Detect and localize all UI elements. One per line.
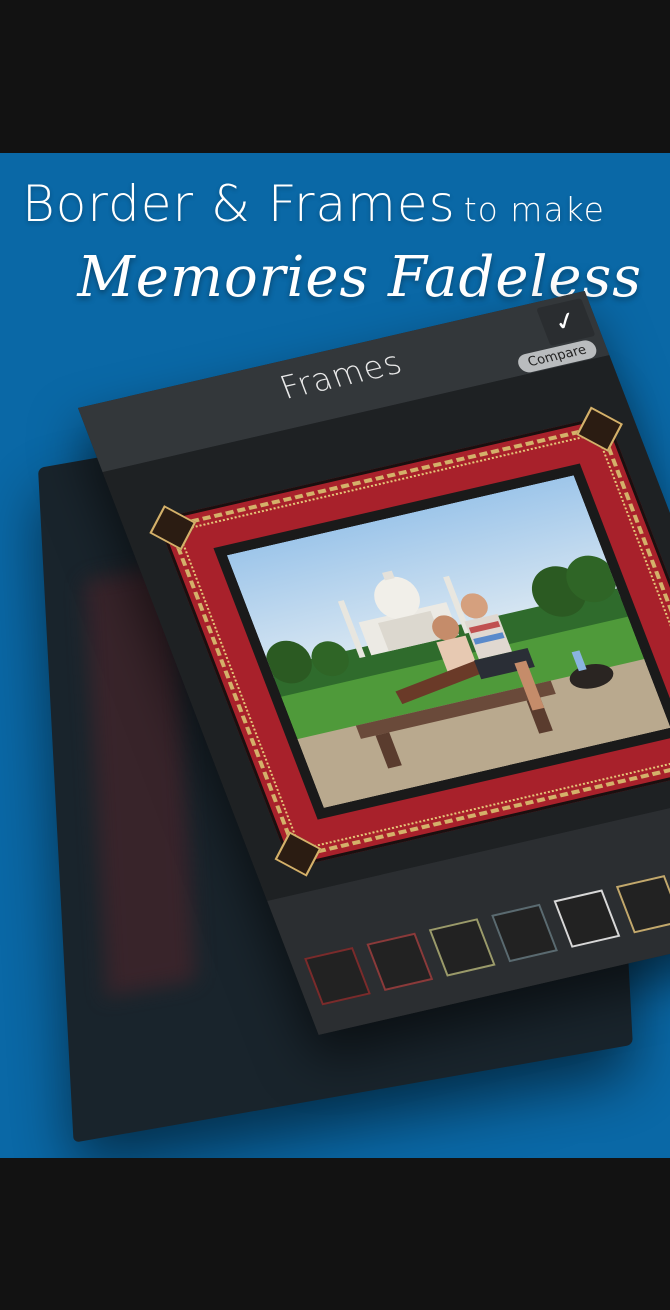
headline-small: to make <box>463 190 605 229</box>
frame-thumb[interactable] <box>553 889 621 948</box>
selected-frame <box>149 406 670 877</box>
top-black-bar <box>0 0 670 153</box>
bottom-black-bar <box>0 1158 670 1310</box>
headline-line-1: Border & Frames to make <box>22 175 662 233</box>
frame-thumb[interactable] <box>428 918 496 977</box>
frame-thumb[interactable] <box>366 932 434 991</box>
frame-thumb[interactable] <box>491 903 558 963</box>
headline-big: Border & Frames <box>22 175 456 233</box>
frame-thumb[interactable] <box>615 875 670 934</box>
checkmark-icon: ✓ <box>549 305 582 339</box>
promo-banner: Border & Frames to make Memories Fadeless… <box>0 153 670 1158</box>
frame-thumb[interactable] <box>304 947 371 1006</box>
